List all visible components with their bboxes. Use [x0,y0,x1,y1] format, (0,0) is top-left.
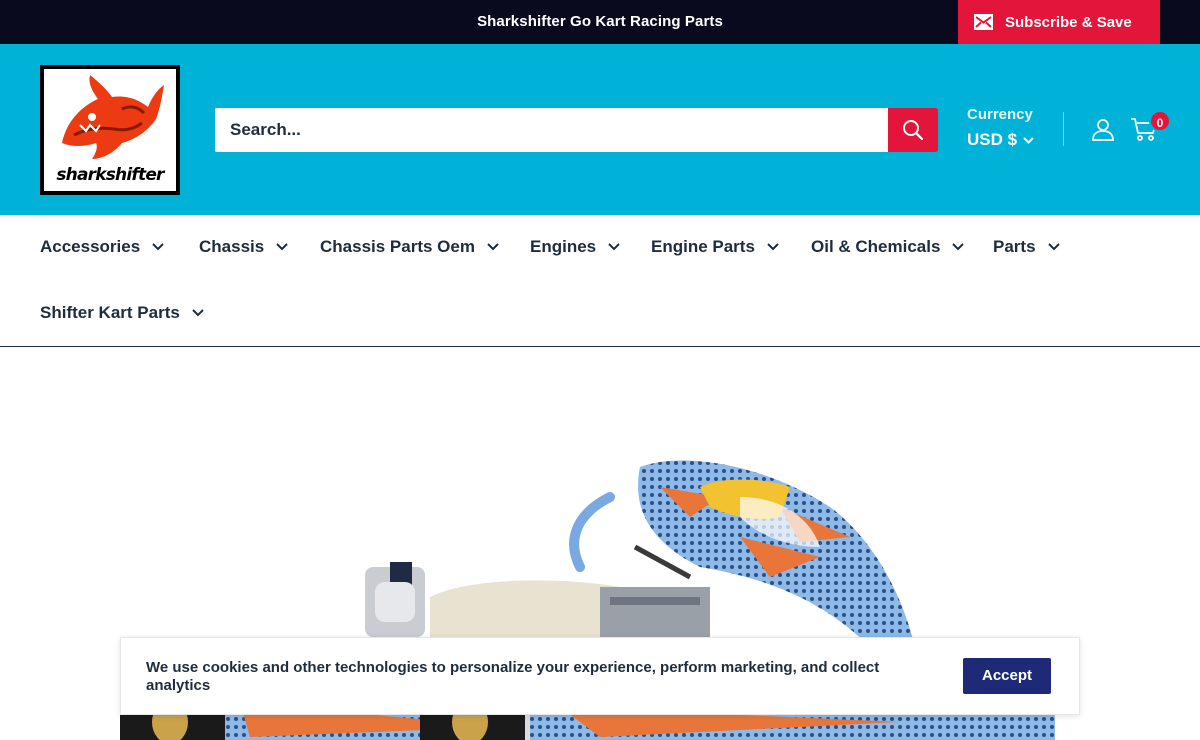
nav-item-oil-chemicals[interactable]: Oil & Chemicals [811,237,965,257]
subscribe-label: Subscribe & Save [1005,13,1132,31]
header-divider [1063,112,1064,146]
nav-item-engines[interactable]: Engines [530,237,620,257]
nav-item-shifter-kart-parts[interactable]: Shifter Kart Parts [40,303,204,323]
search-bar [215,108,938,152]
logo-image: sharkshifter [44,69,176,191]
cookie-banner: We use cookies and other technologies to… [120,637,1080,715]
nav-item-chassis[interactable]: Chassis [199,237,288,257]
chevron-down-icon [276,243,288,251]
chevron-down-icon [192,309,204,317]
chevron-down-icon [1023,136,1034,144]
nav-item-label: Chassis Parts Oem [320,237,475,256]
chevron-down-icon [608,243,620,251]
search-input[interactable] [215,108,888,152]
account-icon[interactable] [1091,117,1115,141]
chevron-down-icon [1047,243,1060,251]
nav-item-label: Chassis [199,237,265,256]
nav-item-label: Engine Parts [651,237,755,256]
site-header: sharkshifter Currency USD $ 0 [0,44,1200,215]
currency-label: Currency [967,106,1033,123]
subscribe-button[interactable]: Subscribe & Save [958,0,1160,44]
nav-item-accessories[interactable]: Accessories [40,237,164,257]
accept-cookies-button[interactable]: Accept [963,658,1051,694]
cart-count-badge: 0 [1149,110,1171,132]
currency-selector: Currency USD $ [967,106,1034,150]
shark-logo-icon [62,75,164,159]
search-icon [903,120,924,141]
nav-item-engine-parts[interactable]: Engine Parts [651,237,779,257]
store-logo[interactable]: sharkshifter [40,65,180,195]
currency-dropdown[interactable]: USD $ [967,130,1034,150]
chevron-down-icon [952,243,965,251]
nav-item-label: Oil & Chemicals [811,237,941,256]
mail-icon [974,14,993,30]
nav-item-chassis-parts-oem[interactable]: Chassis Parts Oem [320,237,499,257]
search-button[interactable] [888,108,938,152]
nav-item-parts[interactable]: Parts [993,237,1060,257]
nav-item-label: Engines [530,237,597,256]
nav-item-label: Parts [993,237,1036,256]
currency-value: USD $ [967,130,1018,149]
chevron-down-icon [767,243,779,251]
chevron-down-icon [487,243,499,251]
cookie-message: We use cookies and other technologies to… [146,659,880,694]
chevron-down-icon [152,243,164,251]
nav-item-label: Accessories [40,237,141,256]
nav-item-label: Shifter Kart Parts [40,303,180,322]
announcement-bar: Sharkshifter Go Kart Racing Parts Subscr… [0,0,1200,44]
main-navigation: Accessories Chassis Chassis Parts Oem En… [0,215,1200,347]
logo-wordmark: sharkshifter [56,165,164,185]
